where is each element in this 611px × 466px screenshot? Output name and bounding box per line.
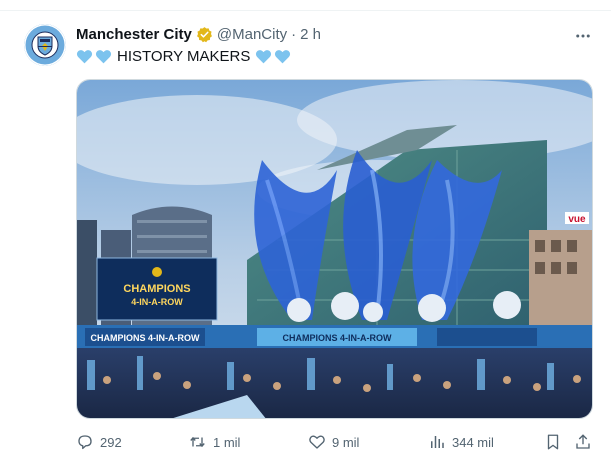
views-button[interactable]: 344 mil — [428, 428, 494, 456]
retweet-count: 1 mil — [213, 434, 241, 450]
verified-badge-icon — [196, 26, 213, 43]
tweet-timestamp[interactable]: 2 h — [300, 26, 321, 43]
views-icon — [431, 436, 444, 448]
author-handle[interactable]: @ManCity — [217, 26, 287, 43]
like-count: 9 mil — [332, 434, 360, 450]
light-blue-heart-emoji — [274, 49, 291, 64]
reply-count: 292 — [100, 434, 122, 450]
like-button[interactable]: 9 mil — [308, 428, 359, 456]
club-crest-icon — [24, 24, 66, 66]
light-blue-heart-emoji — [76, 49, 93, 64]
screen-subtitle: 4-IN-A-ROW — [131, 297, 183, 307]
reply-icon — [78, 435, 92, 450]
view-count: 344 mil — [452, 434, 494, 450]
retweet-button[interactable]: 1 mil — [188, 428, 240, 456]
screen-title: CHAMPIONS — [123, 283, 190, 295]
tweet-text-content: HISTORY MAKERS — [117, 47, 251, 65]
bookmark-icon — [547, 434, 559, 450]
tweet-header: Manchester City @ManCity · 2 h — [76, 24, 536, 44]
retweet-icon — [190, 436, 205, 448]
tweet-card[interactable]: Manchester City @ManCity · 2 h HISTORY M… — [0, 10, 611, 466]
author-name[interactable]: Manchester City — [76, 26, 192, 43]
light-blue-heart-emoji — [95, 49, 112, 64]
reply-button[interactable]: 292 — [76, 428, 122, 456]
banner-left: CHAMPIONS 4-IN-A-ROW — [91, 333, 200, 343]
store-sign: vue — [568, 214, 586, 225]
share-icon — [576, 434, 590, 449]
banner-center: CHAMPIONS 4-IN-A-ROW — [283, 333, 392, 343]
more-icon[interactable] — [571, 24, 595, 48]
separator-dot: · — [291, 25, 297, 43]
light-blue-heart-emoji — [255, 49, 272, 64]
tweet-text: HISTORY MAKERS — [76, 46, 293, 66]
avatar[interactable] — [24, 24, 66, 66]
share-button[interactable] — [574, 428, 592, 456]
tweet-photo[interactable]: vue CHAMPIONS 4-IN-A-ROW CHAMPIONS 4-IN-… — [76, 79, 593, 419]
like-icon — [309, 435, 325, 449]
tweet-actions: 292 1 mil 9 mil 344 mil — [76, 428, 596, 456]
bookmark-button[interactable] — [544, 428, 562, 456]
